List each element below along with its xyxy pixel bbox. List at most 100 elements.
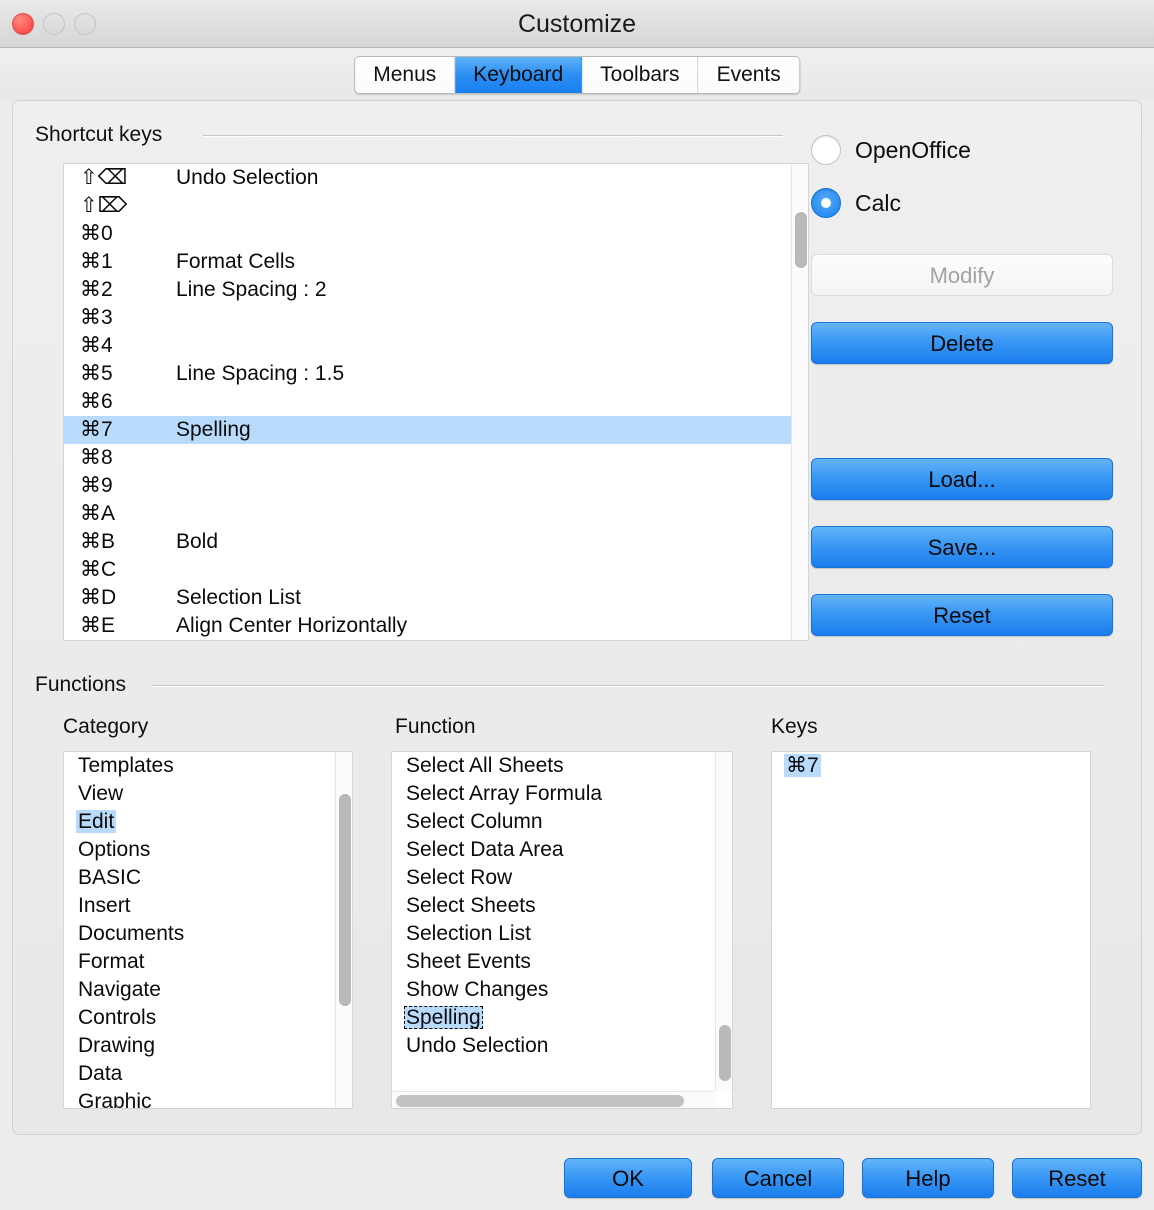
scope-radio-openoffice[interactable]: OpenOffice: [811, 135, 971, 165]
keys-list-item[interactable]: ⌘7: [772, 752, 1090, 780]
function-column-header: Function: [395, 715, 476, 738]
function-list-item-label: Select Data Area: [406, 838, 564, 861]
radio-openoffice-label: OpenOffice: [855, 136, 971, 163]
shortcut-row[interactable]: ⌘3: [64, 304, 792, 332]
shortcut-key-cell: ⌘B: [80, 530, 116, 553]
tabbar-area: Menus Keyboard Toolbars Events: [0, 48, 1154, 100]
shortcut-row[interactable]: ⌘0: [64, 220, 792, 248]
shortcut-row[interactable]: ⌘8: [64, 444, 792, 472]
function-list-item[interactable]: Select Sheets: [392, 892, 716, 920]
keys-rows-container: ⌘7: [772, 752, 1090, 780]
shortcut-key-cell: ⌘E: [80, 614, 116, 637]
shortcut-keys-group-label: Shortcut keys: [35, 123, 163, 146]
shortcut-vertical-scrollbar[interactable]: [791, 164, 808, 640]
function-horizontal-scrollbar[interactable]: [392, 1091, 715, 1108]
function-list-item[interactable]: Select Column: [392, 808, 716, 836]
category-list-item[interactable]: Graphic: [64, 1088, 336, 1109]
function-list-item-label: Select All Sheets: [406, 754, 564, 777]
shortcut-command-cell: [176, 332, 792, 360]
shortcut-key-cell: ⌘9: [80, 474, 113, 497]
load-button[interactable]: Load...: [811, 458, 1113, 500]
shortcut-row[interactable]: ⌘5 Line Spacing : 1.5: [64, 360, 792, 388]
shortcut-row[interactable]: ⌘1 Format Cells: [64, 248, 792, 276]
shortcut-command-cell: [176, 220, 792, 248]
shortcut-row[interactable]: ⌘2 Line Spacing : 2: [64, 276, 792, 304]
shortcut-row[interactable]: ⌘C: [64, 556, 792, 584]
tab-menus[interactable]: Menus: [355, 57, 456, 93]
function-list-item[interactable]: Select All Sheets: [392, 752, 716, 780]
shortcut-command-cell: [176, 556, 792, 584]
function-list-item[interactable]: Show Changes: [392, 976, 716, 1004]
cancel-button[interactable]: Cancel: [712, 1158, 844, 1198]
category-listbox[interactable]: Templates View Edit Options BASIC Insert Docum…: [63, 751, 353, 1109]
function-scrollbar-thumb[interactable]: [719, 1025, 731, 1081]
shortcut-row[interactable]: ⌘7 Spelling: [64, 416, 792, 444]
scope-radio-calc[interactable]: Calc: [811, 188, 901, 218]
category-list-item[interactable]: Data: [64, 1060, 336, 1088]
save-button[interactable]: Save...: [811, 526, 1113, 568]
function-listbox[interactable]: Select All Sheets Select Array Formula Sel…: [391, 751, 733, 1109]
category-list-item-label: Graphic: [78, 1090, 152, 1109]
shortcut-row[interactable]: ⌘E Align Center Horizontally: [64, 612, 792, 640]
function-hscrollbar-thumb[interactable]: [396, 1095, 684, 1107]
category-vertical-scrollbar[interactable]: [335, 752, 352, 1108]
function-list-item[interactable]: Select Data Area: [392, 836, 716, 864]
category-list-item[interactable]: Documents: [64, 920, 336, 948]
function-list-item[interactable]: Undo Selection: [392, 1032, 716, 1060]
category-scrollbar-thumb[interactable]: [339, 794, 351, 1006]
footer-reset-button[interactable]: Reset: [1012, 1158, 1142, 1198]
ok-button[interactable]: OK: [564, 1158, 692, 1198]
category-list-item-label: BASIC: [78, 866, 142, 889]
shortcut-command-cell: [176, 192, 792, 220]
function-list-item-label: Select Row: [406, 866, 513, 889]
category-list-item[interactable]: View: [64, 780, 336, 808]
shortcut-row[interactable]: ⌘6: [64, 388, 792, 416]
category-list-item[interactable]: Drawing: [64, 1032, 336, 1060]
function-list-item[interactable]: Select Row: [392, 864, 716, 892]
radio-openoffice-indicator[interactable]: [811, 135, 841, 165]
category-list-item-label: Documents: [78, 922, 185, 945]
side-reset-button[interactable]: Reset: [811, 594, 1113, 636]
function-list-item[interactable]: Selection List: [392, 920, 716, 948]
radio-calc-indicator[interactable]: [811, 188, 841, 218]
shortcut-row[interactable]: ⌘9: [64, 472, 792, 500]
function-rows-container: Select All Sheets Select Array Formula Sel…: [392, 752, 716, 1060]
shortcut-command-cell: [176, 444, 792, 472]
delete-button[interactable]: Delete: [811, 322, 1113, 364]
modify-button[interactable]: Modify: [811, 254, 1113, 296]
shortcut-key-cell: ⌘8: [80, 446, 113, 469]
shortcut-row[interactable]: ⌘A: [64, 500, 792, 528]
shortcut-command-cell: Undo Selection: [176, 166, 319, 189]
category-list-item[interactable]: Edit: [64, 808, 336, 836]
function-vertical-scrollbar[interactable]: [715, 752, 732, 1091]
shortcut-scrollbar-thumb[interactable]: [795, 212, 807, 268]
shortcut-row[interactable]: ⇧⌦: [64, 192, 792, 220]
function-list-item[interactable]: Sheet Events: [392, 948, 716, 976]
category-list-item[interactable]: BASIC: [64, 864, 336, 892]
functions-group-rule: [151, 685, 1105, 687]
shortcut-row[interactable]: ⇧⌫ Undo Selection: [64, 164, 792, 192]
category-list-item[interactable]: Insert: [64, 892, 336, 920]
shortcut-row[interactable]: ⌘D Selection List: [64, 584, 792, 612]
category-list-item[interactable]: Format: [64, 948, 336, 976]
shortcut-row[interactable]: ⌘B Bold: [64, 528, 792, 556]
tab-toolbars[interactable]: Toolbars: [582, 57, 699, 93]
keys-listbox[interactable]: ⌘7: [771, 751, 1091, 1109]
function-list-item-label: Sheet Events: [406, 950, 531, 973]
function-list-item[interactable]: Spelling: [392, 1004, 716, 1032]
category-list-item[interactable]: Controls: [64, 1004, 336, 1032]
shortcut-key-cell: ⇧⌦: [80, 194, 128, 217]
shortcut-row[interactable]: ⌘4: [64, 332, 792, 360]
function-list-item[interactable]: Select Array Formula: [392, 780, 716, 808]
category-column-header: Category: [63, 715, 149, 738]
category-list-item[interactable]: Navigate: [64, 976, 336, 1004]
help-button[interactable]: Help: [862, 1158, 994, 1198]
category-list-item[interactable]: Options: [64, 836, 336, 864]
tab-events[interactable]: Events: [698, 57, 799, 93]
shortcut-key-cell: ⌘5: [80, 362, 113, 385]
category-list-item[interactable]: Templates: [64, 752, 336, 780]
shortcut-keys-listbox[interactable]: ⇧⌫ Undo Selection ⇧⌦ ⌘0 ⌘1 Format Cells ⌘2 Line…: [63, 163, 809, 641]
tab-keyboard[interactable]: Keyboard: [455, 57, 583, 93]
function-list-item-label: Show Changes: [406, 978, 549, 1001]
shortcut-command-cell: [176, 388, 792, 416]
